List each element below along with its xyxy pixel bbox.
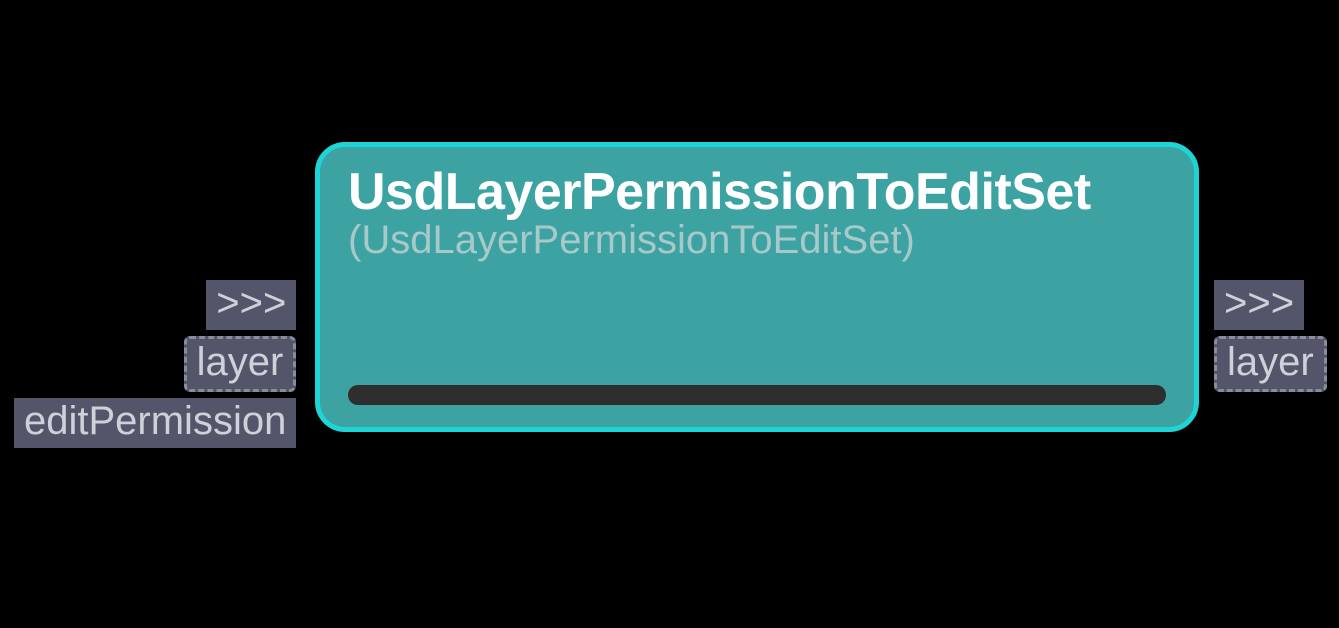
input-port-layer[interactable]: layer xyxy=(184,336,297,392)
node-subtitle: (UsdLayerPermissionToEditSet) xyxy=(348,218,1166,263)
output-ports: >>> layer xyxy=(1214,280,1327,392)
input-port-editpermission[interactable]: editPermission xyxy=(14,398,296,448)
output-port-layer[interactable]: layer xyxy=(1214,336,1327,392)
port-label: editPermission xyxy=(24,399,286,443)
node-box[interactable]: UsdLayerPermissionToEditSet (UsdLayerPer… xyxy=(315,142,1199,432)
port-label: >>> xyxy=(1224,281,1294,325)
port-label: layer xyxy=(1227,340,1314,384)
input-ports: >>> layer editPermission xyxy=(14,280,296,448)
input-port-exec[interactable]: >>> xyxy=(206,280,296,330)
port-label: layer xyxy=(197,340,284,384)
node-title: UsdLayerPermissionToEditSet xyxy=(348,165,1166,220)
output-port-exec[interactable]: >>> xyxy=(1214,280,1304,330)
node-progress-bar xyxy=(348,385,1166,405)
port-label: >>> xyxy=(216,281,286,325)
